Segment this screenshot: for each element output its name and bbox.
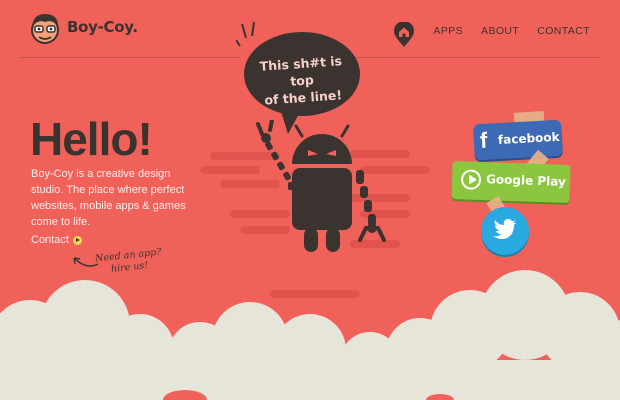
cloud-footer <box>0 270 620 400</box>
nav-link-contact[interactable]: CONTACT <box>537 25 590 37</box>
facebook-label: facebook <box>497 129 560 148</box>
facebook-icon: f <box>479 127 488 153</box>
hero-intro: Boy-Coy is a creative design studio. The… <box>31 168 186 228</box>
header-divider-left <box>20 57 240 58</box>
logo-text[interactable]: Boy-Coy. <box>67 18 138 36</box>
speech-bubble-text: This sh#t is top of the line! <box>246 51 357 109</box>
google-play-badge[interactable]: Google Play <box>451 160 571 204</box>
twitter-bird-icon <box>493 219 516 239</box>
facebook-badge[interactable]: f facebook <box>473 119 563 161</box>
play-icon <box>460 169 482 190</box>
google-play-label: Google Play <box>485 172 567 189</box>
hero-title: Hello! <box>30 113 153 165</box>
boy-face-logo-icon[interactable] <box>28 10 62 46</box>
arrow-circle-icon <box>72 235 82 245</box>
contact-link[interactable]: Contact <box>31 234 82 246</box>
contact-link-label: Contact <box>31 234 69 246</box>
twitter-badge[interactable] <box>481 207 529 255</box>
main-nav: APPS ABOUT CONTACT <box>393 18 590 47</box>
nav-link-about[interactable]: ABOUT <box>481 25 519 37</box>
nav-link-apps[interactable]: APPS <box>433 25 463 37</box>
home-icon[interactable] <box>393 22 415 48</box>
